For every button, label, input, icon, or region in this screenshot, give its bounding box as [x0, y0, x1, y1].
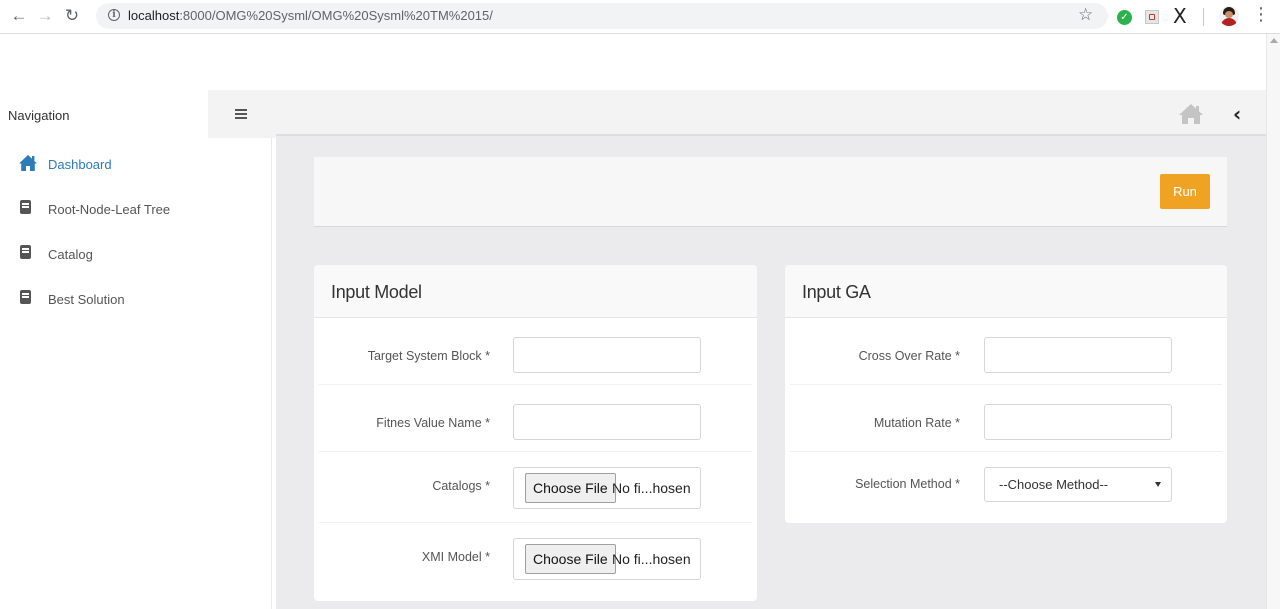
profile-avatar[interactable]	[1219, 6, 1239, 26]
selection-method-value: --Choose Method--	[999, 477, 1109, 492]
run-button[interactable]: Run	[1160, 174, 1210, 209]
forward-arrow-icon[interactable]: →	[34, 5, 56, 27]
main-content: ‹ Run Input Model Target System Block * …	[276, 90, 1266, 609]
catalogs-label: Catalogs *	[432, 479, 490, 493]
scroll-up-arrow-icon[interactable]	[1270, 38, 1278, 43]
form-row-catalogs: Catalogs * Choose File No fi...hosen	[319, 452, 752, 523]
hamburger-menu-icon[interactable]	[235, 109, 247, 119]
target-system-block-label: Target System Block *	[367, 349, 490, 363]
selection-method-select[interactable]: --Choose Method--	[984, 467, 1172, 502]
sidebar-item-dashboard[interactable]: Dashboard	[0, 142, 272, 187]
input-model-card: Input Model Target System Block * Fitnes…	[314, 265, 757, 601]
card-title: Input Model	[331, 282, 422, 302]
reload-icon[interactable]: ↻	[61, 5, 83, 27]
selection-method-label: Selection Method *	[855, 477, 960, 491]
url-path: :8000/OMG%20Sysml/OMG%20Sysml%20TM%2015/	[179, 8, 493, 23]
card-title: Input GA	[802, 282, 871, 302]
fitness-value-name-input[interactable]	[513, 404, 701, 440]
sidebar-title: Navigation	[8, 108, 70, 123]
cross-over-rate-input[interactable]	[984, 337, 1172, 373]
sidebar-item-label: Dashboard	[48, 157, 112, 172]
back-arrow-icon[interactable]: ←	[8, 5, 30, 27]
home-icon	[18, 154, 37, 172]
sidebar-item-label: Catalog	[48, 247, 93, 262]
mutation-rate-input[interactable]	[984, 404, 1172, 440]
run-panel: Run	[314, 157, 1227, 227]
file-status-text: No fi...hosen	[612, 551, 691, 567]
book-icon	[18, 289, 36, 307]
sidebar-item-label: Best Solution	[48, 292, 125, 307]
sidebar-item-catalog[interactable]: Catalog	[0, 232, 272, 277]
info-icon[interactable]: i	[108, 9, 120, 21]
sidebar-toggle[interactable]	[208, 90, 276, 138]
home-icon[interactable]	[1178, 103, 1204, 125]
browser-toolbar: ← → ↻ i localhost:8000/OMG%20Sysml/OMG%2…	[0, 0, 1280, 34]
bookmark-star-icon[interactable]: ☆	[1078, 5, 1093, 25]
mutation-rate-label: Mutation Rate *	[873, 416, 960, 430]
avatar-body	[1221, 18, 1237, 26]
form-row-xmi-model: XMI Model * Choose File No fi...hosen	[319, 523, 752, 593]
input-ga-card: Input GA Cross Over Rate * Mutation Rate…	[785, 265, 1227, 523]
catalogs-file-input[interactable]: Choose File No fi...hosen	[513, 467, 701, 509]
address-bar[interactable]: i localhost:8000/OMG%20Sysml/OMG%20Sysml…	[96, 3, 1108, 29]
fitness-value-name-label: Fitnes Value Name *	[376, 416, 490, 430]
dropdown-caret-icon	[1155, 482, 1161, 487]
book-icon	[18, 199, 36, 217]
target-system-block-input[interactable]	[513, 337, 701, 373]
toolbar-divider	[1203, 8, 1204, 26]
page-header-strip	[0, 34, 1266, 90]
browser-menu-icon[interactable]: ⋮	[1252, 4, 1270, 25]
extension-pdf-icon[interactable]	[1145, 10, 1159, 24]
form-row-target-system-block: Target System Block *	[319, 318, 752, 385]
xmi-model-label: XMI Model *	[421, 550, 490, 564]
choose-file-button[interactable]: Choose File	[525, 544, 616, 574]
xmi-model-file-input[interactable]: Choose File No fi...hosen	[513, 538, 701, 580]
form-row-cross-over-rate: Cross Over Rate *	[790, 318, 1222, 385]
form-row-fitness-value-name: Fitnes Value Name *	[319, 385, 752, 452]
url-text[interactable]: localhost:8000/OMG%20Sysml/OMG%20Sysml%2…	[128, 8, 493, 23]
sidebar-item-root-node-leaf-tree[interactable]: Root-Node-Leaf Tree	[0, 187, 272, 232]
collapse-chevron-icon[interactable]: ‹	[1233, 102, 1241, 126]
extension-check-icon[interactable]: ✓	[1117, 10, 1132, 25]
sidebar-header: Navigation	[0, 90, 276, 138]
book-icon	[18, 244, 36, 262]
cross-over-rate-label: Cross Over Rate *	[858, 349, 960, 363]
card-header: Input GA	[785, 265, 1227, 318]
form-row-mutation-rate: Mutation Rate *	[790, 385, 1222, 452]
content-topbar: ‹	[276, 90, 1266, 136]
vertical-scrollbar[interactable]	[1266, 34, 1280, 609]
sidebar-nav: Dashboard Root-Node-Leaf Tree Catalog Be…	[0, 142, 272, 322]
avatar-face	[1225, 11, 1233, 18]
sidebar-item-best-solution[interactable]: Best Solution	[0, 277, 272, 322]
extension-x-icon[interactable]: X	[1173, 4, 1187, 28]
file-status-text: No fi...hosen	[612, 480, 691, 496]
form-row-selection-method: Selection Method * --Choose Method--	[790, 452, 1222, 518]
sidebar-item-label: Root-Node-Leaf Tree	[48, 202, 171, 217]
card-header: Input Model	[314, 265, 757, 318]
sidebar: Navigation Dashboard Root-Node-Leaf Tree…	[0, 90, 276, 609]
choose-file-button[interactable]: Choose File	[525, 473, 616, 503]
url-host: localhost	[128, 8, 180, 23]
